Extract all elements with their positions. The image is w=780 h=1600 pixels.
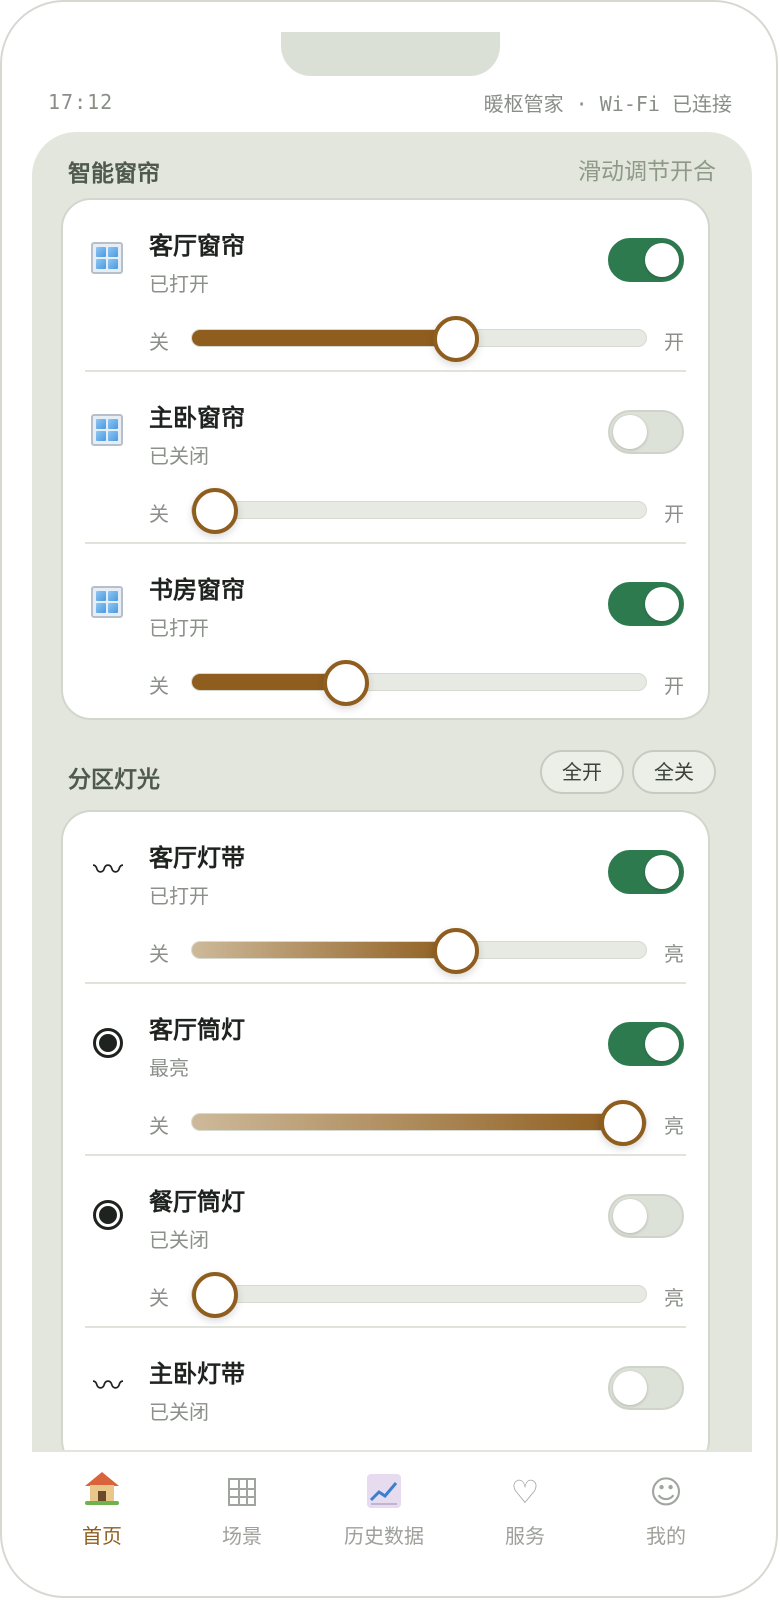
slider-knob[interactable]	[600, 1100, 646, 1146]
smiley-icon: ☺	[649, 1473, 683, 1511]
device-slider-row: 关 亮	[63, 1100, 708, 1146]
device-row: 客厅筒灯 最亮 关 亮	[63, 984, 708, 1156]
home-icon	[42, 1472, 162, 1512]
tab-history[interactable]: 历史数据	[324, 1472, 444, 1549]
device-row: 书房窗帘 已打开 关 开	[63, 544, 708, 716]
bottom-tab-bar: 首页 场景 历史数据 ♡ 服务 ☺ 我的	[32, 1450, 752, 1572]
window-icon	[91, 242, 125, 276]
main-content: 智能窗帘 滑动调节开合 客厅窗帘 已打开 关 开 主卧窗帘 已关闭 关 开 书房…	[32, 132, 752, 1452]
lights-section-title: 分区灯光	[68, 767, 160, 793]
slider-max-label: 开	[664, 330, 684, 354]
device-row: 〰 客厅灯带 已打开 关 亮	[63, 812, 708, 984]
slider-track[interactable]	[191, 928, 647, 974]
device-slider-row: 关 开	[63, 660, 708, 706]
device-row: 主卧窗帘 已关闭 关 开	[63, 372, 708, 544]
tab-label: 场景	[222, 1524, 262, 1548]
tab-services[interactable]: ♡ 服务	[465, 1472, 585, 1549]
device-slider-row: 关 开	[63, 316, 708, 362]
chart-icon	[324, 1472, 444, 1512]
device-name: 书房窗帘	[149, 576, 245, 604]
device-toggle[interactable]	[608, 238, 684, 282]
slider-min-label: 关	[149, 674, 169, 698]
light-strip-icon: 〰	[93, 853, 123, 888]
device-state: 最亮	[149, 1056, 189, 1080]
tab-profile[interactable]: ☺ 我的	[606, 1472, 726, 1549]
curtains-card: 客厅窗帘 已打开 关 开 主卧窗帘 已关闭 关 开 书房窗帘 已打开 关 开	[61, 198, 710, 720]
device-name: 主卧窗帘	[149, 404, 245, 432]
tab-scenes[interactable]: 场景	[182, 1472, 302, 1549]
all-off-button[interactable]: 全关	[632, 750, 716, 794]
heart-icon: ♡	[510, 1473, 540, 1511]
slider-min-label: 关	[149, 1114, 169, 1138]
slider-track[interactable]	[191, 316, 647, 362]
grid-icon	[182, 1472, 302, 1512]
slider-max-label: 亮	[664, 942, 684, 966]
window-icon	[91, 414, 125, 448]
curtains-section-hint: 滑动调节开合	[578, 159, 716, 185]
slider-knob[interactable]	[192, 1272, 238, 1318]
device-name: 客厅灯带	[149, 844, 245, 872]
device-toggle[interactable]	[608, 410, 684, 454]
device-row: 〰 主卧灯带 已关闭	[63, 1328, 708, 1452]
device-state: 已打开	[149, 884, 209, 908]
slider-max-label: 开	[664, 674, 684, 698]
device-toggle[interactable]	[608, 582, 684, 626]
tab-label: 我的	[646, 1524, 686, 1548]
tab-label: 服务	[505, 1524, 545, 1548]
downlight-icon	[91, 1198, 125, 1232]
device-toggle[interactable]	[608, 1194, 684, 1238]
slider-max-label: 亮	[664, 1114, 684, 1138]
device-name: 餐厅筒灯	[149, 1188, 245, 1216]
slider-track[interactable]	[191, 1100, 647, 1146]
device-state: 已打开	[149, 616, 209, 640]
slider-min-label: 关	[149, 942, 169, 966]
light-strip-icon: 〰	[93, 1369, 123, 1404]
slider-max-label: 开	[664, 502, 684, 526]
slider-fill	[192, 1114, 623, 1130]
device-row: 餐厅筒灯 已关闭 关 亮	[63, 1156, 708, 1328]
status-time: 17:12	[48, 90, 114, 114]
tab-label: 历史数据	[344, 1524, 424, 1548]
device-toggle[interactable]	[608, 850, 684, 894]
device-state: 已打开	[149, 272, 209, 296]
slider-track[interactable]	[191, 660, 647, 706]
device-name: 主卧灯带	[149, 1360, 245, 1388]
device-row: 客厅窗帘 已打开 关 开	[63, 200, 708, 372]
device-toggle[interactable]	[608, 1366, 684, 1410]
tab-label: 首页	[82, 1524, 122, 1548]
downlight-icon	[91, 1026, 125, 1060]
device-state: 已关闭	[149, 444, 209, 468]
lights-bulk-actions: 全开 全关	[540, 750, 716, 794]
tab-home[interactable]: 首页	[42, 1472, 162, 1549]
device-state: 已关闭	[149, 1228, 209, 1252]
device-toggle[interactable]	[608, 1022, 684, 1066]
curtains-section-header: 智能窗帘 滑动调节开合	[68, 146, 716, 192]
curtains-section-title: 智能窗帘	[68, 161, 160, 187]
slider-fill	[192, 942, 456, 958]
device-state: 已关闭	[149, 1400, 209, 1424]
slider-track[interactable]	[191, 488, 647, 534]
all-on-button[interactable]: 全开	[540, 750, 624, 794]
slider-min-label: 关	[149, 502, 169, 526]
device-name: 客厅窗帘	[149, 232, 245, 260]
device-slider-row: 关 亮	[63, 928, 708, 974]
slider-knob[interactable]	[192, 488, 238, 534]
slider-track[interactable]	[191, 1272, 647, 1318]
phone-frame: 17:12 暖枢管家 · Wi-Fi 已连接 智能窗帘 滑动调节开合 客厅窗帘 …	[0, 0, 778, 1598]
notch	[281, 32, 500, 76]
lights-card: 〰 客厅灯带 已打开 关 亮 客厅筒灯 最亮 关 亮 餐厅筒灯 已关闭 关 亮 …	[61, 810, 710, 1452]
slider-min-label: 关	[149, 1286, 169, 1310]
device-name: 客厅筒灯	[149, 1016, 245, 1044]
slider-min-label: 关	[149, 330, 169, 354]
device-slider-row: 关 亮	[63, 1272, 708, 1318]
device-slider-row: 关 开	[63, 488, 708, 534]
slider-fill	[192, 330, 456, 346]
lights-section-header: 分区灯光 全开 全关	[68, 750, 716, 796]
window-icon	[91, 586, 125, 620]
slider-knob[interactable]	[432, 316, 479, 362]
slider-knob[interactable]	[322, 660, 369, 706]
slider-knob[interactable]	[432, 928, 479, 974]
status-connection: 暖枢管家 · Wi-Fi 已连接	[483, 92, 732, 116]
slider-max-label: 亮	[664, 1286, 684, 1310]
